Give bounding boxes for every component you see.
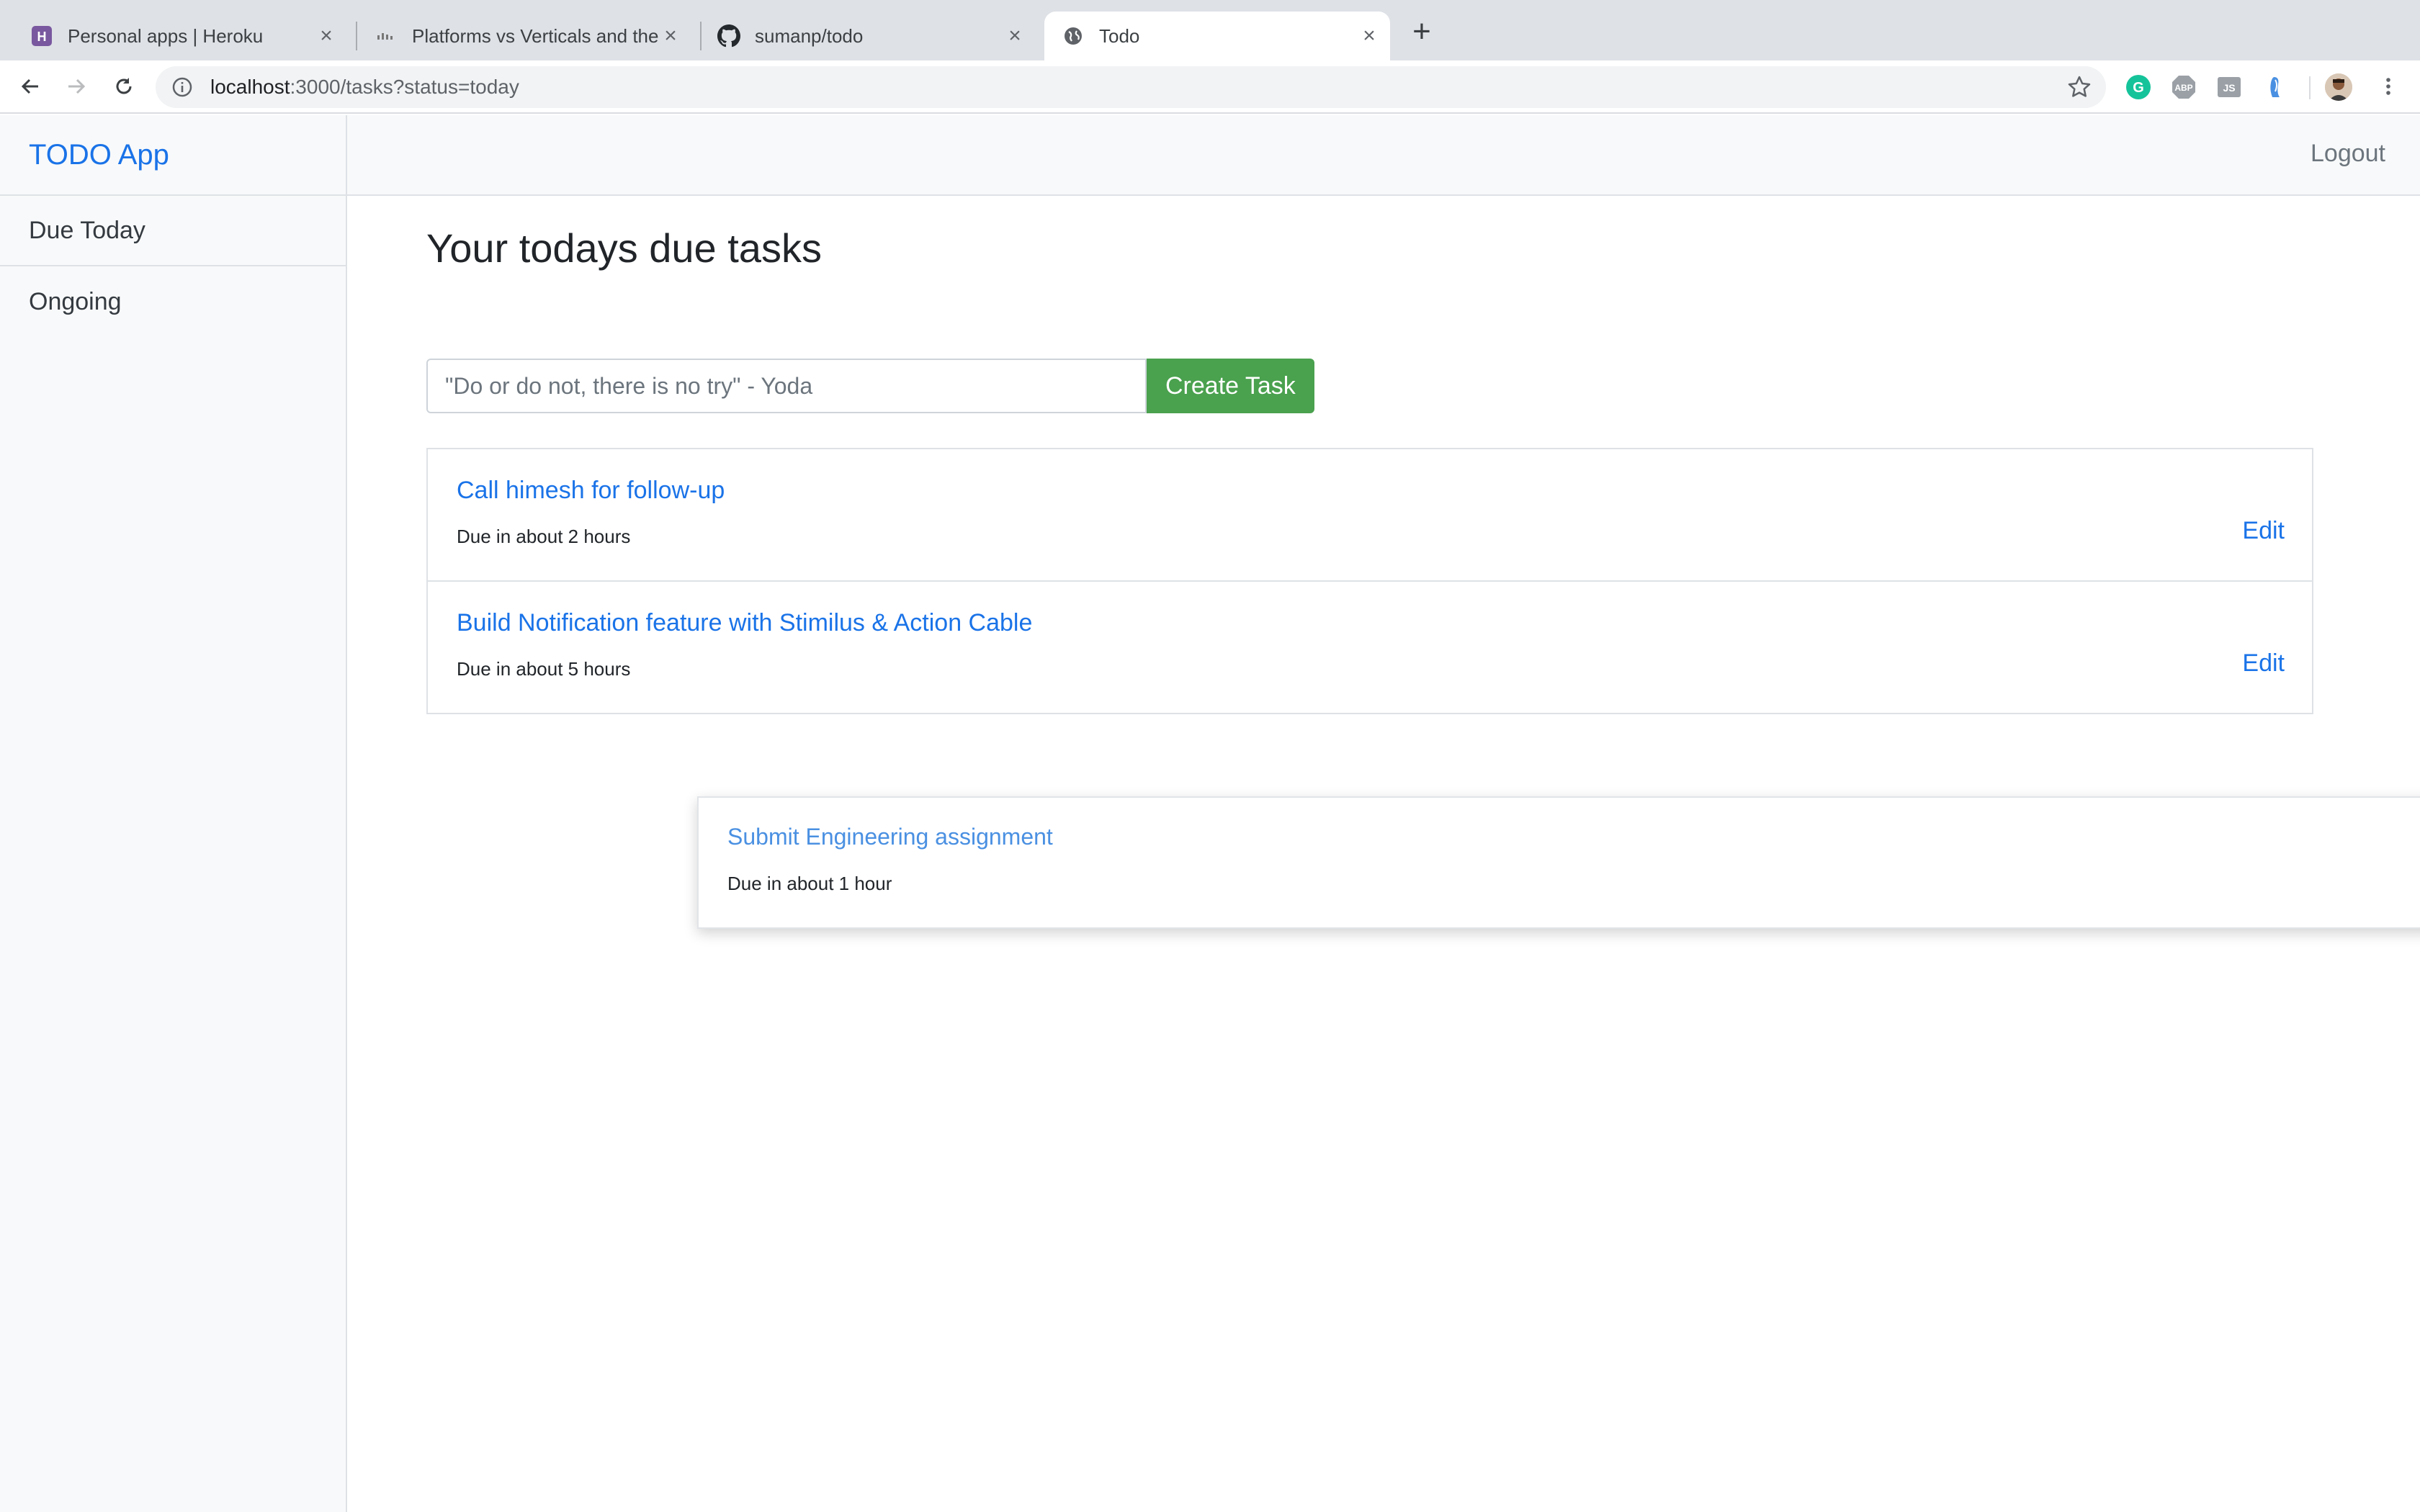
back-arrow-icon xyxy=(21,78,38,94)
tab-title: Personal apps | Heroku xyxy=(68,24,264,47)
tab-title: Todo xyxy=(1099,24,1140,47)
sidebar: TODO App Due Today Ongoing xyxy=(0,115,347,1512)
grammarly-icon[interactable]: G xyxy=(2125,73,2152,101)
edit-task-link[interactable]: Edit xyxy=(2242,649,2285,678)
reload-icon xyxy=(116,78,132,94)
task-title-link[interactable]: Build Notification feature with Stimilus… xyxy=(457,609,1032,637)
top-navbar: Logout xyxy=(347,115,2420,196)
browser-tab-github[interactable]: sumanp/todo × xyxy=(710,12,1034,60)
task-due-text: Due in about 2 hours xyxy=(457,526,631,547)
task-card[interactable]: Call himesh for follow-up Due in about 2… xyxy=(426,448,2313,582)
task-card[interactable]: Build Notification feature with Stimilus… xyxy=(426,580,2313,714)
svg-text:JS: JS xyxy=(2223,82,2235,94)
url-text: localhost:3000/tasks?status=today xyxy=(210,76,519,99)
tab-title: Platforms vs Verticals and the xyxy=(412,24,659,47)
create-task-button[interactable]: Create Task xyxy=(1147,359,1314,413)
svg-text:ABP: ABP xyxy=(2174,83,2192,93)
adblock-icon[interactable]: ABP xyxy=(2170,73,2197,101)
brand-link[interactable]: TODO App xyxy=(0,115,346,196)
task-title-link[interactable]: Call himesh for follow-up xyxy=(457,477,725,505)
kebab-menu-icon xyxy=(2386,78,2390,95)
task-due-text: Due in about 5 hours xyxy=(457,658,631,680)
todo-app: TODO App Due Today Ongoing Logout Your t… xyxy=(0,115,2420,1512)
sidebar-item-due-today[interactable]: Due Today xyxy=(0,196,346,266)
create-task-form: Create Task xyxy=(426,359,1314,413)
globe-icon xyxy=(1062,24,1085,48)
site-icon xyxy=(375,24,398,48)
profile-avatar[interactable] xyxy=(2325,73,2352,101)
url-host: localhost xyxy=(210,76,290,98)
browser-menu-button[interactable] xyxy=(2372,71,2404,102)
browser-toolbar: localhost:3000/tasks?status=today G ABP … xyxy=(0,60,2420,114)
github-icon xyxy=(717,24,740,48)
extension-icon[interactable] xyxy=(2262,73,2289,101)
heroku-icon: H xyxy=(30,24,53,48)
task-list: Call himesh for follow-up Due in about 2… xyxy=(426,448,2313,714)
dragging-task-card[interactable]: Submit Engineering assignment Due in abo… xyxy=(697,796,2420,929)
tab-divider xyxy=(700,22,702,50)
reload-button[interactable] xyxy=(108,71,140,102)
tab-divider xyxy=(356,22,357,50)
svg-text:G: G xyxy=(2133,80,2144,96)
logout-link[interactable]: Logout xyxy=(2311,140,2385,168)
bookmark-star-icon[interactable] xyxy=(2067,75,2092,99)
new-tab-button[interactable]: + xyxy=(1406,16,1438,49)
browser-tab-platforms[interactable]: Platforms vs Verticals and the × xyxy=(366,12,690,60)
address-bar[interactable]: localhost:3000/tasks?status=today xyxy=(156,66,2106,108)
url-path: :3000/tasks?status=today xyxy=(290,76,519,98)
edit-task-link[interactable]: Edit xyxy=(2242,517,2285,545)
browser-tab-todo[interactable]: Todo × xyxy=(1044,12,1390,60)
page-title: Your todays due tasks xyxy=(426,225,822,271)
close-tab-icon[interactable]: × xyxy=(1358,25,1380,47)
site-info-icon[interactable] xyxy=(171,76,193,98)
js-extension-icon[interactable]: JS xyxy=(2215,73,2243,101)
task-due-text: Due in about 1 hour xyxy=(727,873,892,894)
close-tab-icon[interactable]: × xyxy=(660,25,681,47)
svg-text:H: H xyxy=(37,30,47,44)
back-button[interactable] xyxy=(14,71,46,102)
task-title-input[interactable] xyxy=(426,359,1147,413)
forward-button[interactable] xyxy=(60,71,92,102)
browser-tab-heroku[interactable]: H Personal apps | Heroku × xyxy=(22,12,346,60)
forward-arrow-icon xyxy=(68,78,86,94)
close-tab-icon[interactable]: × xyxy=(1004,25,1026,47)
close-tab-icon[interactable]: × xyxy=(315,25,337,47)
toolbar-divider xyxy=(2309,76,2311,99)
browser-tab-strip: H Personal apps | Heroku × Platforms vs … xyxy=(0,0,2420,60)
task-title-link[interactable]: Submit Engineering assignment xyxy=(727,824,1053,850)
sidebar-item-ongoing[interactable]: Ongoing xyxy=(0,266,346,337)
tab-title: sumanp/todo xyxy=(755,24,864,47)
